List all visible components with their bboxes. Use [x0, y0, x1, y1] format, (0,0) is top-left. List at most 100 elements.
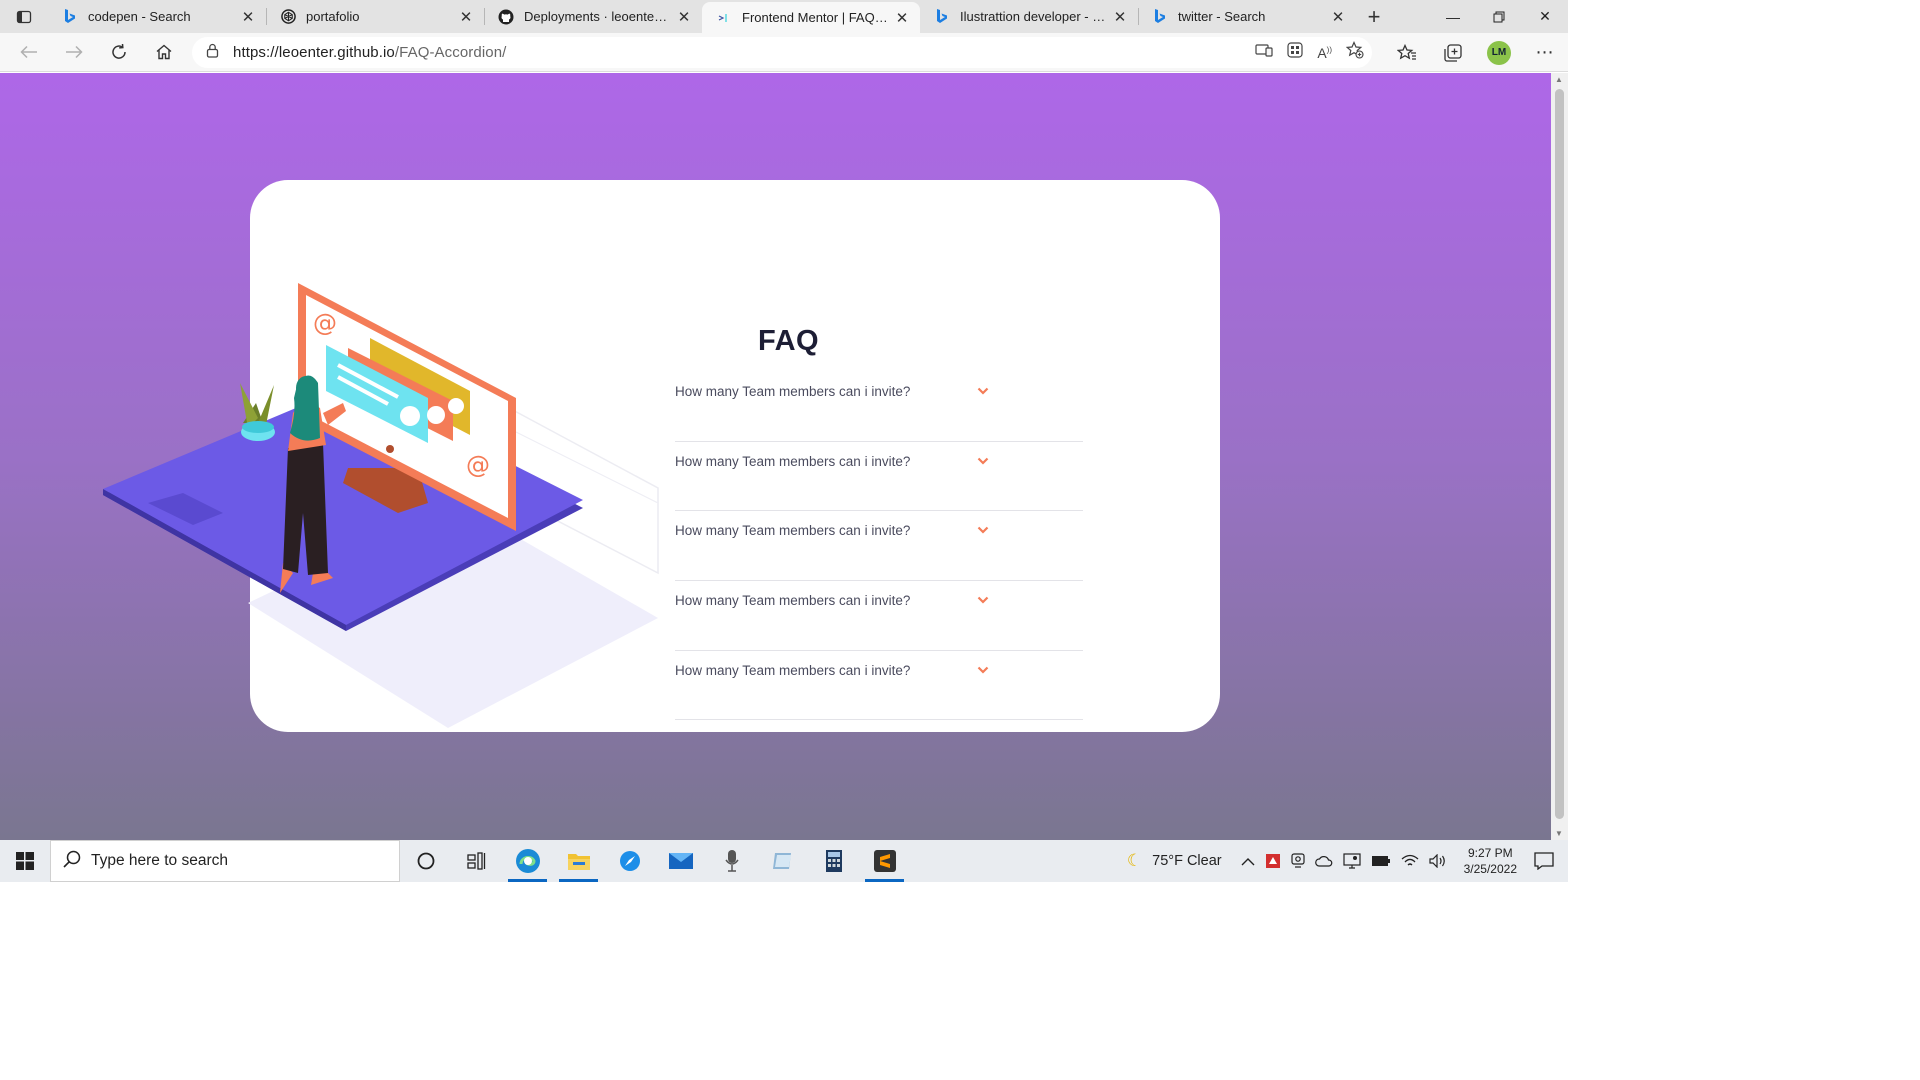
taskbar-clock[interactable]: 9:27 PM 3/25/2022: [1464, 845, 1517, 877]
tab-portafolio[interactable]: portafolio ✕: [266, 0, 484, 33]
battery-icon[interactable]: [1371, 855, 1391, 867]
profile-initials: LM: [1487, 40, 1511, 65]
faq-question[interactable]: How many Team members can i invite?: [675, 454, 910, 469]
weather-moon-icon[interactable]: ☾: [1127, 851, 1142, 871]
browser-toolbar: LM ⋯: [1384, 33, 1568, 72]
tab-frontend-mentor[interactable]: Frontend Mentor | FAQ Accordion ✕: [702, 2, 920, 33]
close-icon[interactable]: ✕: [676, 9, 692, 26]
url-text[interactable]: https://leoenter.github.io/FAQ-Accordion…: [233, 44, 506, 61]
notes-app-icon[interactable]: [757, 840, 808, 882]
page-scrollbar[interactable]: ▲ ▼: [1551, 73, 1568, 840]
display-icon[interactable]: [1343, 853, 1361, 869]
url-path: /FAQ-Accordion/: [394, 44, 507, 61]
tab-title: portafolio: [306, 9, 360, 24]
cortana-icon[interactable]: [400, 840, 451, 882]
windows-taskbar: Type here to search ☾ 75°F Clear 9:27 PM…: [0, 840, 1568, 882]
tab-deployments[interactable]: Deployments · leoenter/FAQ ✕: [484, 0, 702, 33]
scroll-up-icon[interactable]: ▲: [1555, 75, 1563, 84]
address-bar-actions: A)): [1255, 37, 1364, 68]
faq-accordion: How many Team members can i invite? How …: [675, 372, 1083, 721]
sublime-text-icon[interactable]: [859, 840, 910, 882]
favorites-icon[interactable]: [1384, 33, 1430, 72]
scrollbar-thumb[interactable]: [1555, 89, 1564, 819]
tab-twitter-search[interactable]: twitter - Search ✕: [1138, 0, 1356, 33]
url-host: https://leoenter.github.io: [233, 44, 395, 61]
faq-heading: FAQ: [758, 325, 820, 357]
tab-title: Frontend Mentor | FAQ Accordion: [742, 10, 888, 25]
bing-icon: [62, 9, 78, 25]
navigation-bar: https://leoenter.github.io/FAQ-Accordion…: [0, 33, 1568, 72]
file-explorer-icon[interactable]: [553, 840, 604, 882]
mail-icon[interactable]: [655, 840, 706, 882]
chevron-down-icon[interactable]: [976, 386, 990, 396]
notifications-icon[interactable]: [1534, 852, 1554, 870]
close-icon[interactable]: ✕: [894, 10, 910, 27]
restore-icon[interactable]: [1476, 0, 1522, 33]
security-app-icon[interactable]: [1265, 853, 1281, 869]
windows-start-icon[interactable]: [0, 840, 50, 882]
calculator-icon[interactable]: [808, 840, 859, 882]
taskbar-search-input[interactable]: Type here to search: [50, 840, 400, 882]
app-available-icon[interactable]: [1255, 43, 1273, 62]
chevron-down-icon[interactable]: [976, 525, 990, 535]
new-tab-button[interactable]: +: [1356, 0, 1392, 33]
svg-text:@: @: [466, 451, 490, 479]
tab-actions-icon[interactable]: [0, 0, 48, 33]
scroll-down-icon[interactable]: ▼: [1555, 829, 1563, 838]
more-options-icon[interactable]: ⋯: [1522, 33, 1568, 72]
window-controls: — ✕: [1430, 0, 1568, 33]
collections-icon[interactable]: [1430, 33, 1476, 72]
woman-online-illustration: @ @: [103, 283, 659, 728]
codepen-icon: [280, 9, 296, 25]
camera-icon[interactable]: [1291, 853, 1305, 869]
faq-item[interactable]: How many Team members can i invite?: [675, 372, 1083, 442]
search-placeholder: Type here to search: [91, 852, 228, 869]
tab-ilustrattion-search[interactable]: Ilustrattion developer - Search ✕: [920, 0, 1138, 33]
lock-icon[interactable]: [206, 43, 219, 63]
close-icon[interactable]: ✕: [1330, 9, 1346, 26]
edge-browser-icon[interactable]: [502, 840, 553, 882]
chevron-down-icon[interactable]: [976, 595, 990, 605]
chevron-down-icon[interactable]: [976, 665, 990, 675]
faq-item[interactable]: How many Team members can i invite?: [675, 442, 1083, 512]
chevron-up-icon[interactable]: [1241, 857, 1255, 866]
browser-tab-bar: codepen - Search ✕ portafolio ✕ Deployme…: [0, 0, 1568, 33]
faq-question[interactable]: How many Team members can i invite?: [675, 384, 910, 399]
faq-item[interactable]: How many Team members can i invite?: [675, 581, 1083, 651]
tab-title: codepen - Search: [88, 9, 191, 24]
chevron-down-icon[interactable]: [976, 456, 990, 466]
faq-item[interactable]: How many Team members can i invite?: [675, 651, 1083, 721]
onedrive-cloud-icon[interactable]: [1314, 855, 1333, 867]
close-icon[interactable]: ✕: [240, 9, 256, 26]
frontend-mentor-icon: [716, 10, 732, 26]
faq-question[interactable]: How many Team members can i invite?: [675, 523, 910, 538]
refresh-icon[interactable]: [96, 33, 141, 72]
system-tray: ☾ 75°F Clear 9:27 PM 3/25/2022: [1122, 840, 1568, 882]
volume-icon[interactable]: [1429, 854, 1447, 868]
forward-icon[interactable]: [51, 33, 96, 72]
faq-item[interactable]: How many Team members can i invite?: [675, 511, 1083, 582]
search-icon: [63, 850, 81, 873]
github-icon: [498, 9, 514, 25]
tab-codepen-search[interactable]: codepen - Search ✕: [48, 0, 266, 33]
tab-title: Deployments · leoenter/FAQ: [524, 9, 670, 24]
add-favorite-icon[interactable]: [1345, 41, 1364, 64]
wifi-icon[interactable]: [1401, 854, 1419, 868]
home-icon[interactable]: [141, 33, 186, 72]
profile-avatar[interactable]: LM: [1476, 33, 1522, 72]
read-aloud-icon[interactable]: A)): [1317, 45, 1332, 61]
faq-question[interactable]: How many Team members can i invite?: [675, 663, 910, 678]
weather-text[interactable]: 75°F Clear: [1152, 853, 1221, 869]
minimize-icon[interactable]: —: [1430, 0, 1476, 33]
task-view-icon[interactable]: [451, 840, 502, 882]
back-icon[interactable]: [6, 33, 51, 72]
close-icon[interactable]: ✕: [1112, 9, 1128, 26]
close-window-icon[interactable]: ✕: [1522, 0, 1568, 33]
safari-compass-icon[interactable]: [604, 840, 655, 882]
faq-question[interactable]: How many Team members can i invite?: [675, 593, 910, 608]
address-bar[interactable]: https://leoenter.github.io/FAQ-Accordion…: [192, 37, 1372, 68]
close-icon[interactable]: ✕: [458, 9, 474, 26]
bing-icon: [1152, 9, 1168, 25]
extensions-grid-icon[interactable]: [1287, 42, 1303, 63]
microphone-app-icon[interactable]: [706, 840, 757, 882]
